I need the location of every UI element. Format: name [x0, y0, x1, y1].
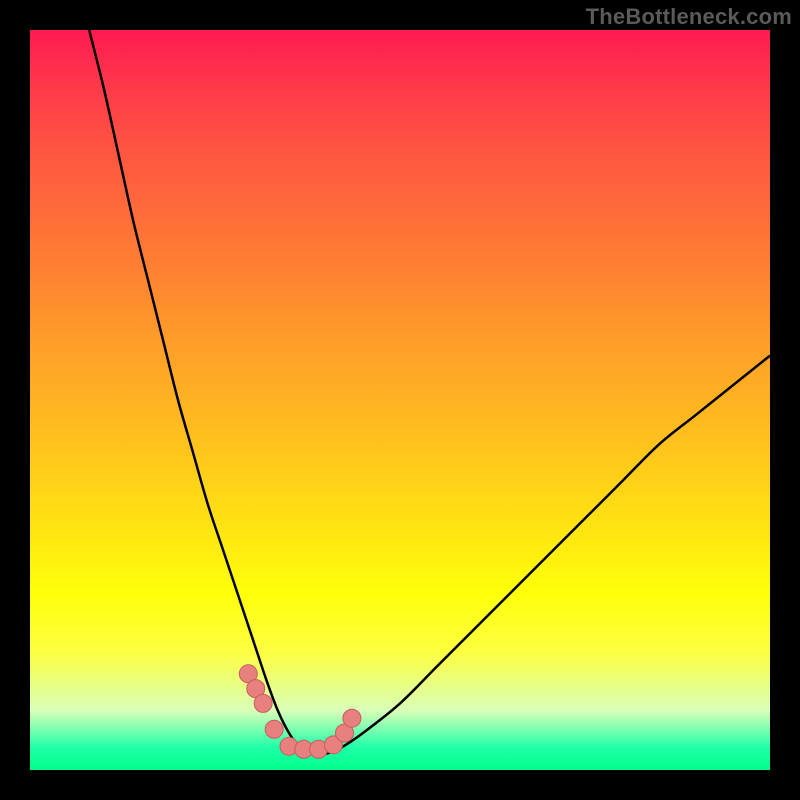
marker-point	[265, 720, 283, 738]
marker-group	[239, 665, 361, 758]
marker-point	[343, 709, 361, 727]
watermark-text: TheBottleneck.com	[586, 4, 792, 30]
bottleneck-chart	[30, 30, 770, 770]
curve-group	[89, 30, 770, 754]
bottleneck-curve-path	[89, 30, 770, 754]
marker-point	[254, 694, 272, 712]
